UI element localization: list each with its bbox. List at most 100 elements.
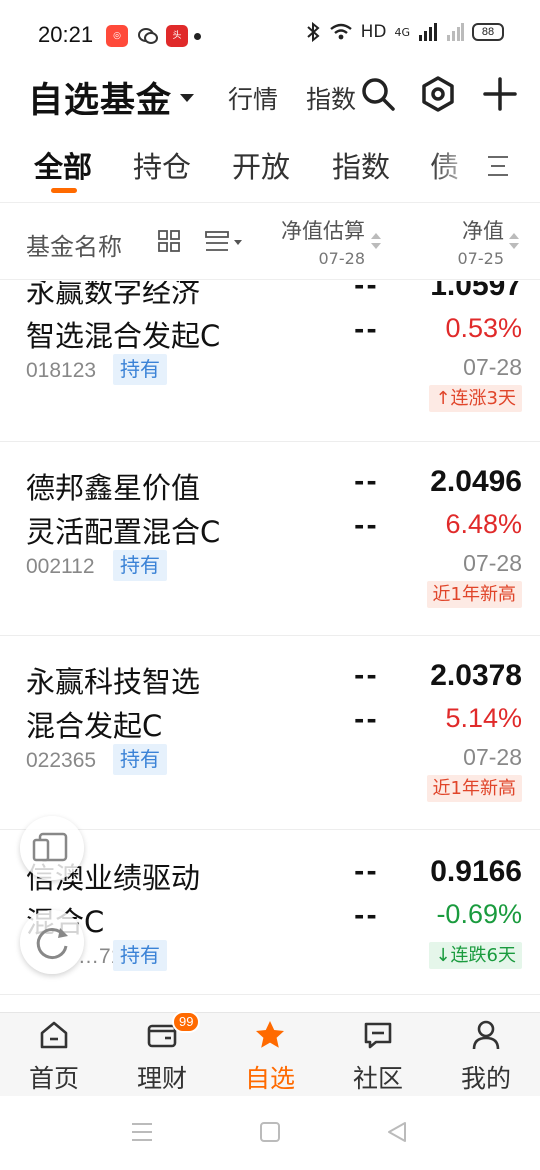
fund-code: 002112 [26, 555, 95, 578]
sort-nav-icon[interactable] [509, 233, 519, 249]
fund-list: 永赢数字经济 智选混合发起C 018123 持有 -- -- 1.0597 0.… [0, 281, 540, 1011]
status-bar: 20:21 ◎ 头 HD 4G 88 [0, 0, 540, 72]
tab-index[interactable]: 指数 [332, 144, 390, 186]
fund-code: 018123 [26, 359, 97, 382]
signal-icon [419, 23, 437, 41]
arrow-up-icon: ↑ [435, 388, 451, 409]
active-tab-indicator [51, 188, 77, 193]
nav-community[interactable]: 社区 [324, 1013, 432, 1097]
estimate-value: -- [354, 467, 379, 496]
tab-fade [430, 140, 540, 196]
home-square-icon[interactable] [259, 1121, 281, 1143]
nav-watchlist[interactable]: 自选 [216, 1013, 324, 1097]
estimate-change: -- [354, 901, 379, 930]
fund-name-line2: 智选混合发起C [26, 319, 221, 353]
nav-watchlist-label: 自选 [244, 1064, 295, 1093]
nav-home-label: 首页 [28, 1064, 79, 1093]
floating-refresh-button[interactable] [20, 910, 84, 974]
streak-badge: ↓连跌6天 [429, 942, 522, 969]
split-window-icon [32, 832, 68, 862]
battery-indicator: 88 [472, 23, 504, 41]
grid-view-icon[interactable] [157, 229, 181, 253]
nav-change: 0.53% [445, 313, 522, 343]
column-estimate-label: 净值估算 [281, 219, 365, 243]
tab-open[interactable]: 开放 [232, 144, 290, 186]
back-icon[interactable] [385, 1120, 409, 1144]
wechat-icon [137, 25, 159, 47]
nav-value: 1.0597 [430, 281, 522, 302]
signal-2-icon [447, 23, 464, 41]
home-icon [40, 1021, 68, 1049]
fund-name-line1: 德邦鑫星价值 [26, 471, 201, 505]
arrow-down-icon: ↓ [435, 945, 451, 966]
column-nav-date: 07-25 [457, 249, 505, 268]
star-icon [256, 1021, 284, 1048]
menu-icon[interactable] [130, 1122, 154, 1142]
nav-value: 2.0496 [430, 465, 522, 498]
column-nav-label: 净值 [462, 219, 504, 243]
estimate-value: -- [354, 857, 379, 886]
notification-badge: 99 [172, 1011, 201, 1033]
sort-estimate-icon[interactable] [371, 233, 381, 249]
nav-date: 07-28 [463, 744, 522, 770]
fund-name-line1: 永赢数字经济 [26, 281, 201, 309]
page-title: 自选基金 [28, 81, 173, 121]
index-link[interactable]: 指数 [306, 80, 356, 116]
system-navigation-bar [0, 1096, 540, 1170]
nav-date: 07-28 [463, 354, 522, 380]
refresh-icon [36, 928, 68, 960]
nav-date: 07-28 [463, 550, 522, 576]
estimate-value: -- [354, 281, 379, 300]
tab-menu-icon[interactable] [486, 154, 510, 178]
nav-wealth[interactable]: 99 理财 [108, 1011, 216, 1097]
dropdown-caret-icon [180, 93, 195, 102]
fund-row[interactable]: 永赢数字经济 智选混合发起C 018123 持有 -- -- 1.0597 0.… [0, 281, 540, 442]
column-nav[interactable]: 净值 07-25 [458, 215, 505, 268]
column-estimate-date: 07-28 [318, 249, 366, 268]
nav-change: 5.14% [445, 703, 522, 733]
nav-value: 0.9166 [430, 855, 522, 888]
estimate-change: -- [354, 315, 379, 344]
toutiao-news-icon: 头 [166, 25, 188, 47]
streak-badge-label: 连跌6天 [450, 945, 516, 966]
notification-dot [194, 33, 201, 40]
category-tabs: 全部 持仓 开放 指数 债 [0, 140, 540, 200]
status-indicators: HD 4G 88 [305, 22, 504, 42]
nav-change: -0.69% [436, 899, 522, 929]
wifi-icon [329, 23, 352, 40]
network-4g-label: 4G [394, 25, 410, 39]
high-badge: 近1年新高 [426, 581, 522, 608]
hold-tag: 持有 [113, 744, 167, 775]
market-link[interactable]: 行情 [228, 80, 278, 116]
fund-name-line2: 灵活配置混合C [26, 515, 221, 549]
watchlist-selector[interactable]: 自选基金 [28, 72, 195, 123]
column-estimate[interactable]: 净值估算 07-28 [281, 215, 365, 268]
search-icon[interactable] [358, 74, 398, 114]
list-column-header: 基金名称 净值估算 07-28 净值 07-25 [0, 202, 540, 280]
fund-code: 022365 [26, 749, 97, 772]
high-badge: 近1年新高 [426, 775, 522, 802]
tab-all[interactable]: 全部 [34, 144, 92, 186]
settings-icon[interactable] [418, 74, 458, 114]
app-header: 自选基金 行情 指数 [0, 72, 540, 122]
nav-profile[interactable]: 我的 [432, 1013, 540, 1097]
nav-profile-label: 我的 [460, 1064, 511, 1093]
list-view-icon[interactable] [204, 229, 244, 253]
fund-name-line2: 混合发起C [26, 709, 163, 743]
estimate-value: -- [354, 661, 379, 690]
nav-value: 2.0378 [430, 659, 522, 692]
nav-home[interactable]: 首页 [0, 1013, 108, 1097]
nav-wealth-label: 理财 [136, 1064, 187, 1093]
streak-badge-label: 连涨3天 [450, 388, 516, 409]
estimate-change: -- [354, 705, 379, 734]
add-icon[interactable] [480, 74, 520, 114]
floating-window-button[interactable] [20, 816, 84, 880]
nav-community-label: 社区 [352, 1064, 403, 1093]
hold-tag: 持有 [113, 550, 167, 581]
streak-badge: ↑连涨3天 [429, 385, 522, 412]
fund-row[interactable]: 德邦鑫星价值 灵活配置混合C 002112 持有 -- -- 2.0496 6.… [0, 442, 540, 636]
fund-row[interactable]: 永赢科技智选 混合发起C 022365 持有 -- -- 2.0378 5.14… [0, 636, 540, 830]
tab-holdings[interactable]: 持仓 [133, 144, 191, 186]
column-fund-name: 基金名称 [26, 233, 122, 261]
bluetooth-icon [306, 22, 320, 42]
